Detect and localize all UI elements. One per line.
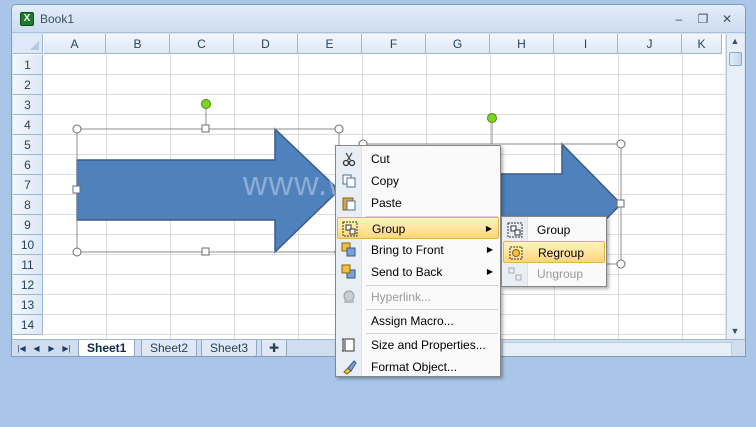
window-title: Book1 — [40, 12, 75, 26]
next-sheet-icon[interactable]: ▶ — [45, 342, 58, 356]
format-object-icon — [343, 360, 357, 375]
scroll-down-icon[interactable]: ▼ — [727, 326, 743, 336]
menu-item-hyperlink[interactable]: Hyperlink... — [337, 286, 499, 308]
size-properties-icon — [342, 338, 355, 352]
scroll-up-icon[interactable]: ▲ — [727, 36, 743, 46]
prev-sheet-icon[interactable]: ◀ — [30, 342, 43, 356]
menu-item-format-object[interactable]: Format Object... — [337, 356, 499, 378]
tab-sheet3[interactable]: Sheet3 — [201, 340, 258, 356]
tab-sheet1[interactable]: Sheet1 — [78, 340, 136, 356]
group-submenu: Group Regroup Ungroup — [501, 216, 607, 287]
menu-item-assign-macro[interactable]: Assign Macro... — [337, 310, 499, 332]
paste-icon — [342, 197, 356, 211]
last-sheet-icon[interactable]: ▶| — [60, 342, 73, 356]
ungroup-icon — [508, 267, 522, 281]
first-sheet-icon[interactable]: |◀ — [15, 342, 28, 356]
menu-item-paste[interactable]: Paste — [337, 192, 499, 214]
submenu-arrow-icon: ▶ — [486, 267, 493, 276]
send-to-back-icon — [341, 264, 356, 279]
scissors-icon — [342, 152, 356, 167]
regroup-icon — [509, 246, 523, 260]
menu-item-size-properties[interactable]: Size and Properties... — [337, 334, 499, 356]
copy-icon — [342, 174, 356, 188]
horizontal-scrollbar[interactable] — [502, 342, 732, 356]
restore-icon[interactable]: ❐ — [694, 11, 712, 27]
insert-sheet-icon[interactable]: ✚ — [261, 340, 287, 356]
bring-to-front-icon — [341, 242, 356, 257]
excel-icon[interactable]: X — [20, 12, 34, 26]
group-icon — [342, 221, 358, 237]
submenu-arrow-icon: ▶ — [485, 224, 492, 233]
menu-item-send-to-back[interactable]: Send to Back ▶ — [337, 261, 499, 283]
title-bar[interactable]: X Book1 – ❐ ✕ — [12, 5, 745, 33]
minimize-icon[interactable]: – — [670, 11, 688, 27]
vertical-scroll-thumb[interactable] — [729, 52, 742, 66]
hyperlink-icon — [343, 290, 355, 303]
right-rotation-handle[interactable] — [487, 113, 497, 123]
group-icon — [507, 222, 523, 238]
close-icon[interactable]: ✕ — [718, 11, 736, 27]
menu-item-bring-to-front[interactable]: Bring to Front ▶ — [337, 239, 499, 261]
submenu-item-regroup[interactable]: Regroup — [503, 241, 605, 263]
menu-item-copy[interactable]: Copy — [337, 170, 499, 192]
context-menu: Cut Copy Paste Group ▶ Bring to Front ▶ … — [335, 145, 501, 377]
submenu-arrow-icon: ▶ — [486, 245, 493, 254]
tab-sheet2[interactable]: Sheet2 — [141, 340, 198, 356]
vertical-scrollbar[interactable]: ▲ ▼ — [726, 34, 744, 339]
submenu-item-ungroup[interactable]: Ungroup — [503, 263, 605, 285]
left-rotation-handle[interactable] — [201, 99, 211, 109]
menu-item-group[interactable]: Group ▶ — [337, 217, 499, 239]
submenu-item-group[interactable]: Group — [503, 219, 605, 241]
menu-item-cut[interactable]: Cut — [337, 148, 499, 170]
